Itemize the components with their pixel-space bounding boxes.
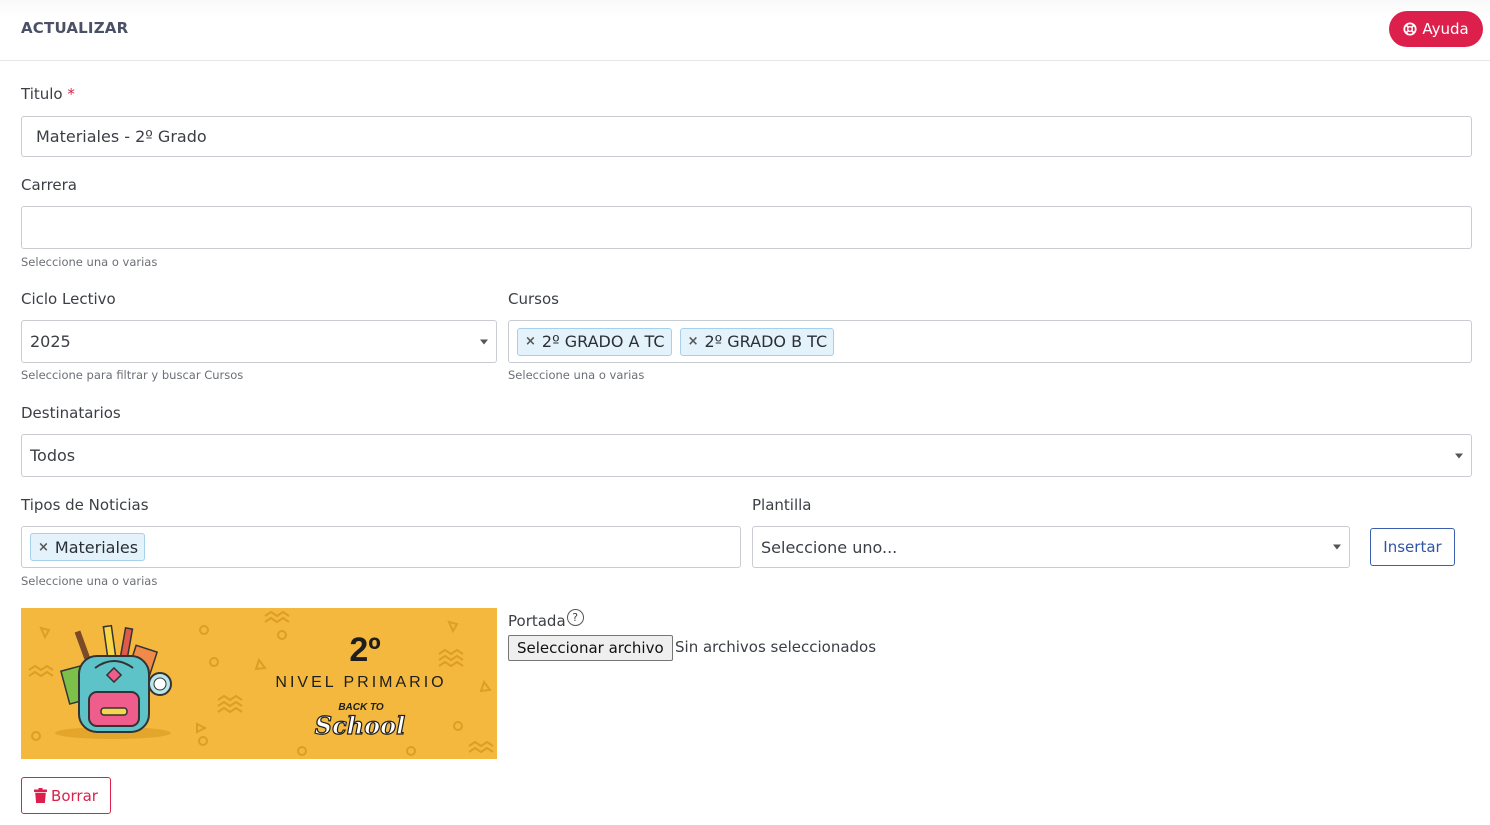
backpack-icon [55, 624, 172, 739]
lifebuoy-icon [1403, 22, 1417, 36]
times-icon[interactable]: × [688, 334, 699, 349]
ciclo-hint: Seleccione para filtrar y buscar Cursos [21, 368, 244, 382]
curso-tag-label: 2º GRADO B TC [704, 332, 828, 351]
cover-level-text: NIVEL PRIMARIO [275, 674, 446, 691]
tipo-tag: × Materiales [30, 533, 146, 561]
cover-grade-text: 2º [349, 631, 380, 669]
curso-tag: × 2º GRADO A TC [517, 327, 672, 356]
tipos-multiselect[interactable]: × Materiales [21, 526, 741, 568]
ciclo-label: Ciclo Lectivo [21, 290, 116, 308]
plantilla-value: Seleccione uno... [761, 537, 898, 557]
destinatarios-select[interactable]: Todos [21, 434, 1472, 477]
curso-tag-label: 2º GRADO A TC [541, 332, 665, 351]
plantilla-label: Plantilla [752, 496, 812, 514]
times-icon[interactable]: × [38, 540, 49, 555]
cover-school-text: School [315, 711, 406, 740]
delete-button[interactable]: Borrar [21, 777, 111, 814]
carrera-label: Carrera [21, 176, 77, 194]
help-button[interactable]: Ayuda [1389, 11, 1483, 47]
destinatarios-value: Todos [30, 446, 76, 465]
portada-label-text: Portada [508, 612, 566, 630]
titulo-label: Titulo * [21, 85, 75, 103]
titulo-value: Materiales - 2º Grado [36, 127, 207, 146]
tipos-hint: Seleccione una o varias [21, 574, 158, 588]
file-status: Sin archivos seleccionados [675, 638, 877, 656]
times-icon[interactable]: × [525, 334, 536, 349]
help-button-label: Ayuda [1422, 20, 1469, 38]
tipo-tag-label: Materiales [54, 537, 139, 557]
portada-image: 2º NIVEL PRIMARIO BACK TO School [21, 608, 497, 759]
page-title: ACTUALIZAR [21, 19, 129, 37]
caret-down-icon [480, 339, 488, 344]
ciclo-select[interactable]: 2025 [21, 320, 497, 363]
select-file-button[interactable]: Seleccionar archivo [508, 635, 673, 661]
portada-label: Portada? [508, 609, 584, 630]
caret-down-icon [1333, 544, 1341, 550]
titulo-label-text: Titulo [21, 85, 63, 103]
cursos-label: Cursos [508, 290, 559, 308]
required-mark: * [67, 85, 75, 103]
cursos-multiselect[interactable]: × 2º GRADO A TC × 2º GRADO B TC [508, 320, 1472, 363]
caret-down-icon [1455, 453, 1463, 458]
ciclo-value: 2025 [30, 332, 71, 351]
delete-button-label: Borrar [51, 786, 98, 805]
cursos-hint: Seleccione una o varias [508, 368, 645, 382]
trash-icon [34, 788, 48, 803]
tipos-label: Tipos de Noticias [21, 496, 149, 514]
plantilla-select[interactable]: Seleccione uno... [752, 526, 1350, 568]
titulo-input[interactable]: Materiales - 2º Grado [21, 116, 1472, 157]
destinatarios-label: Destinatarios [21, 404, 121, 422]
insertar-button[interactable]: Insertar [1370, 528, 1455, 566]
carrera-hint: Seleccione una o varias [21, 255, 158, 269]
portada-illustration: 2º NIVEL PRIMARIO BACK TO School [28, 610, 494, 756]
curso-tag: × 2º GRADO B TC [679, 327, 835, 356]
page-header: ACTUALIZAR Ayuda [0, 0, 1490, 61]
question-circle-icon[interactable]: ? [566, 609, 584, 626]
carrera-select[interactable] [21, 206, 1472, 249]
